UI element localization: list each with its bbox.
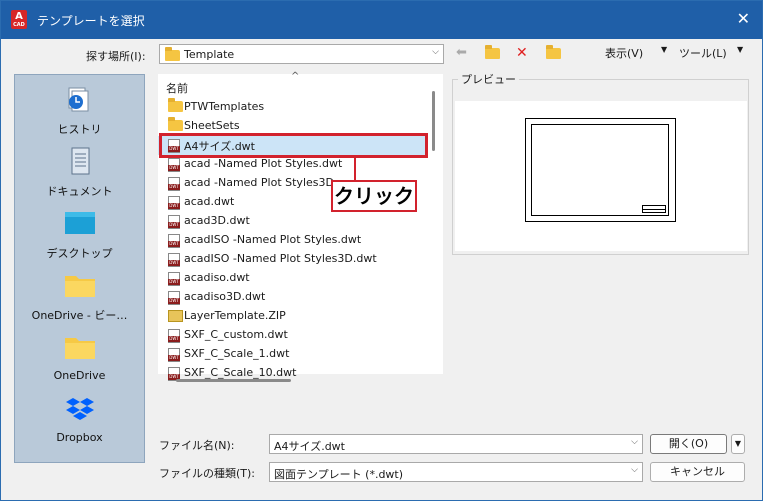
lookin-label: 探す場所(I): [86, 50, 146, 63]
open-options-dropdown-icon[interactable]: ▼ [731, 434, 745, 454]
place-history[interactable]: ヒストリ [15, 81, 144, 143]
folder-icon [168, 98, 183, 112]
chevron-down-icon: ⌵ [631, 465, 638, 475]
column-header-name[interactable]: 名前 [166, 80, 188, 96]
dwt-file-icon [168, 291, 180, 305]
preview-drawing-sheet [525, 118, 676, 222]
template-select-dialog: A CAD テンプレートを選択 ✕ 探す場所(I): Template ⌵ ⬅ ✕… [0, 0, 763, 501]
view-menu[interactable]: 表示(V) [605, 45, 643, 61]
place-documents[interactable]: ドキュメント [15, 143, 144, 205]
vertical-scrollbar[interactable] [432, 91, 435, 151]
back-arrow-icon[interactable]: ⬅ [456, 45, 467, 60]
folder-icon [165, 47, 180, 61]
dwt-file-icon [168, 196, 180, 210]
dwt-file-icon [168, 177, 180, 191]
place-onedrive[interactable]: OneDrive [15, 329, 144, 391]
place-label: デスクトップ [46, 247, 113, 260]
view-chevron-icon[interactable]: ▼ [661, 45, 667, 54]
file-row[interactable]: SXF_C_custom.dwt [158, 326, 426, 345]
file-name: SheetSets [184, 119, 240, 132]
places-bar: ヒストリ ドキュメント デスクトップ OneDrive - ビー… OneDri… [14, 74, 145, 463]
dwt-file-icon [168, 158, 180, 172]
sort-arrow-icon: ^ [291, 71, 300, 82]
file-list[interactable]: 名前 ^ PTWTemplatesSheetSetsA4サイズ.dwtacad … [158, 71, 443, 381]
close-icon[interactable]: ✕ [737, 9, 750, 28]
file-name: acadiso.dwt [184, 271, 250, 284]
tools-menu[interactable]: ツール(L) [679, 45, 727, 61]
file-name: acad3D.dwt [184, 214, 250, 227]
dwt-file-icon [168, 348, 180, 362]
file-row[interactable]: SXF_C_Scale_1.dwt [158, 345, 426, 364]
drawing-border [531, 124, 669, 216]
preview-label: プレビュー [458, 71, 519, 87]
autocad-app-icon: A CAD [11, 10, 27, 29]
file-row[interactable]: acadiso3D.dwt [158, 288, 426, 307]
dwt-file-icon [168, 215, 180, 229]
file-name: acad.dwt [184, 195, 235, 208]
filename-input[interactable]: A4サイズ.dwt ⌵ [269, 434, 643, 454]
filename-value: A4サイズ.dwt [274, 440, 345, 453]
file-name: SXF_C_Scale_1.dwt [184, 347, 290, 360]
file-row[interactable]: acadiso.dwt [158, 269, 426, 288]
filetype-dropdown[interactable]: 図面テンプレート (*.dwt) ⌵ [269, 462, 643, 482]
history-icon [68, 87, 89, 112]
place-label: ドキュメント [46, 185, 113, 198]
dropbox-icon [66, 398, 94, 420]
callout-connector [354, 158, 356, 180]
file-row[interactable]: acad3D.dwt [158, 212, 426, 231]
dialog-title: テンプレートを選択 [37, 14, 145, 28]
lookin-value: Template [184, 48, 235, 61]
folder-icon [168, 117, 183, 131]
place-desktop[interactable]: デスクトップ [15, 205, 144, 267]
file-name: PTWTemplates [184, 100, 265, 113]
selection-highlight-box [159, 133, 428, 158]
folder-icon [65, 276, 95, 297]
filetype-label: ファイルの種類(T): [159, 467, 256, 480]
horizontal-scrollbar[interactable] [176, 379, 291, 382]
dwt-file-icon [168, 329, 180, 343]
file-row[interactable]: acadISO -Named Plot Styles3D.dwt [158, 250, 426, 269]
place-onedrive-business[interactable]: OneDrive - ビー… [15, 267, 144, 329]
filetype-value: 図面テンプレート (*.dwt) [274, 468, 404, 481]
place-label: Dropbox [56, 431, 103, 444]
up-folder-icon[interactable] [485, 44, 500, 61]
filename-label: ファイル名(N): [159, 439, 235, 452]
place-label: ヒストリ [57, 123, 102, 136]
file-name: acadISO -Named Plot Styles3D.dwt [184, 252, 377, 265]
file-row[interactable]: acadISO -Named Plot Styles.dwt [158, 231, 426, 250]
place-label: OneDrive - ビー… [31, 309, 128, 322]
file-name: SXF_C_custom.dwt [184, 328, 288, 341]
desktop-icon [65, 212, 95, 234]
open-button[interactable]: 開く(O) [650, 434, 727, 454]
document-icon [71, 147, 90, 175]
cancel-button[interactable]: キャンセル [650, 462, 745, 482]
new-folder-icon[interactable] [546, 44, 561, 61]
file-name: acadISO -Named Plot Styles.dwt [184, 233, 362, 246]
file-name: acad -Named Plot Styles.dwt [184, 157, 343, 170]
file-name: LayerTemplate.ZIP [184, 309, 286, 322]
dwt-file-icon [168, 272, 180, 286]
file-name: acadiso3D.dwt [184, 290, 266, 303]
delete-icon[interactable]: ✕ [516, 45, 528, 61]
folder-icon [65, 338, 95, 359]
zip-file-icon [168, 310, 183, 322]
chevron-down-icon: ⌵ [631, 437, 638, 447]
file-row[interactable]: PTWTemplates [158, 98, 426, 117]
place-label: OneDrive [53, 369, 106, 382]
dwt-file-icon [168, 234, 180, 248]
lookin-dropdown[interactable]: Template ⌵ [159, 44, 444, 64]
chevron-down-icon: ⌵ [432, 47, 439, 57]
file-name: acad -Named Plot Styles3D. [184, 176, 338, 189]
tools-chevron-icon[interactable]: ▼ [737, 45, 743, 54]
file-name: SXF_C_Scale_10.dwt [184, 366, 297, 379]
title-block [642, 205, 666, 213]
dwt-file-icon [168, 253, 180, 267]
title-bar: A CAD テンプレートを選択 ✕ [1, 1, 762, 39]
click-callout: クリック [331, 180, 417, 212]
place-dropbox[interactable]: Dropbox [15, 391, 144, 453]
file-row[interactable]: LayerTemplate.ZIP [158, 307, 426, 326]
